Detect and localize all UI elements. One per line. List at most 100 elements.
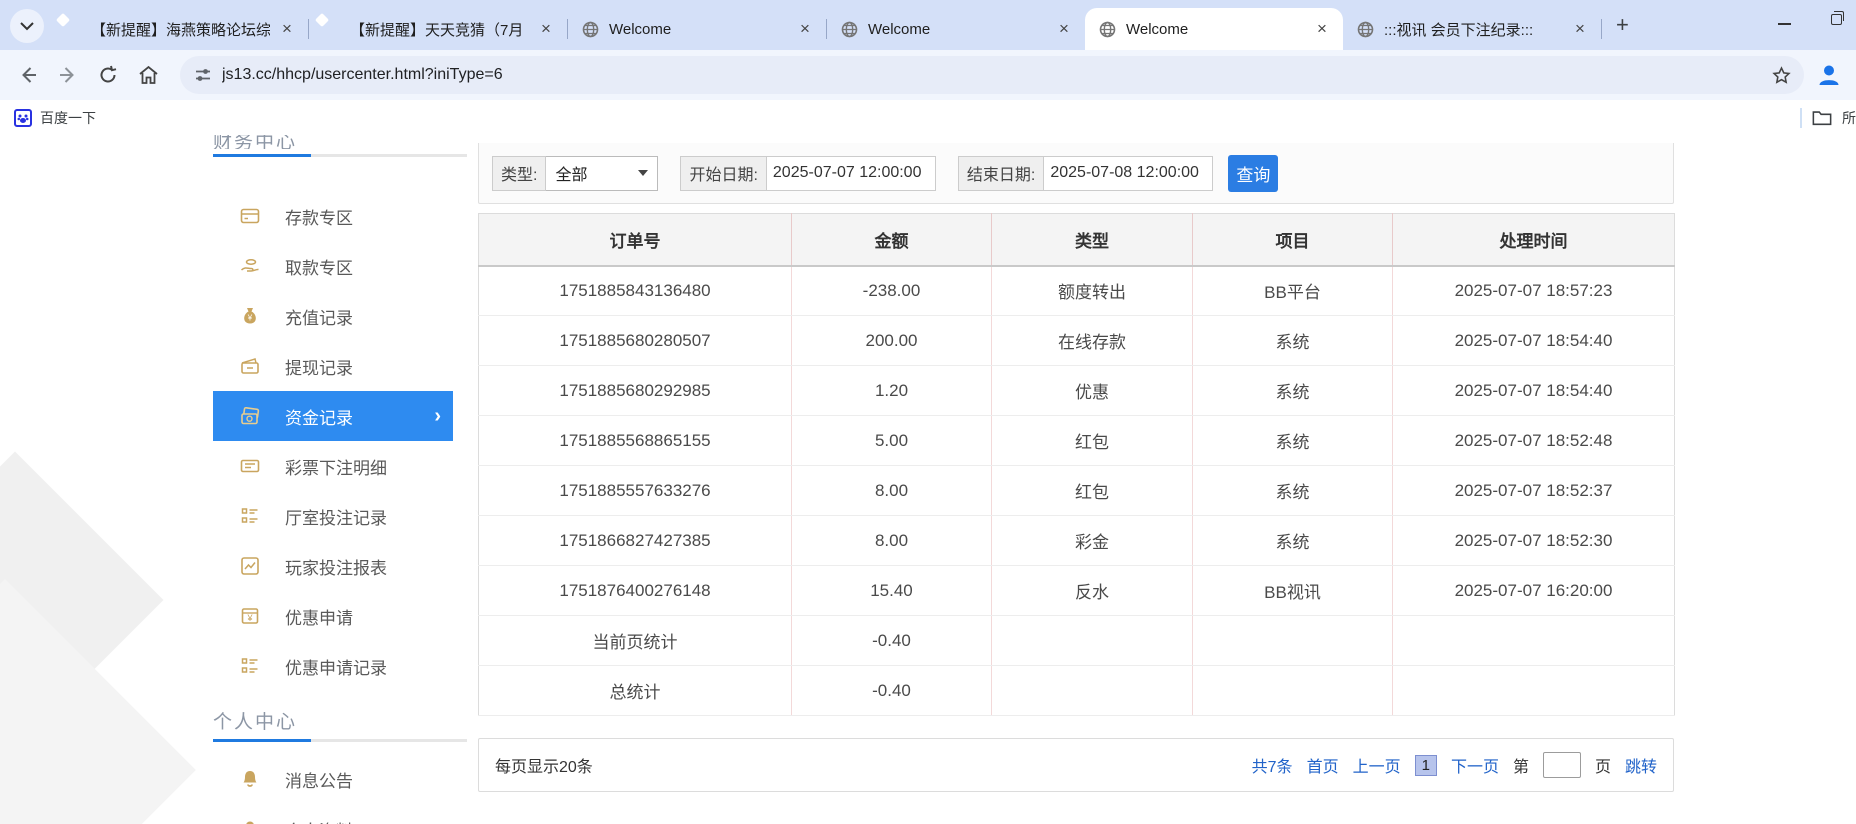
bookmark-baidu[interactable]: 百度一下	[14, 108, 96, 128]
close-icon[interactable]: ×	[276, 18, 298, 40]
type-select[interactable]: 全部	[546, 156, 658, 191]
prev-page-link[interactable]: 上一页	[1353, 753, 1401, 777]
restore-button[interactable]	[1831, 14, 1842, 25]
main-panel: 类型: 全部 开始日期: 结束日期: 查询 订单号 金额	[478, 143, 1674, 792]
filter-bar: 类型: 全部 开始日期: 结束日期: 查询	[478, 143, 1674, 204]
chevron-down-icon	[20, 22, 34, 31]
sidebar-item-player-report[interactable]: 玩家投注报表	[213, 541, 467, 591]
caret-down-icon	[638, 170, 648, 176]
type-select-value: 全部	[555, 161, 587, 185]
bookmarks-divider	[1800, 108, 1802, 128]
cell-type: 额度转出	[992, 266, 1193, 316]
close-icon[interactable]: ×	[535, 18, 557, 40]
cell-order-no: 1751885568865155	[479, 416, 792, 466]
deposit-card-icon	[239, 205, 261, 227]
user-avatar-icon	[1816, 62, 1842, 88]
sidebar-item-promo-apply-record[interactable]: 优惠申请记录	[213, 641, 467, 691]
close-icon[interactable]: ×	[1053, 18, 1075, 40]
next-page-link[interactable]: 下一页	[1451, 753, 1499, 777]
sidebar-item-messages[interactable]: 消息公告	[213, 754, 467, 804]
page-suffix-text: 页	[1595, 753, 1611, 777]
cell-time: 2025-07-07 18:54:40	[1393, 316, 1675, 366]
cell-time: 2025-07-07 16:20:00	[1393, 566, 1675, 616]
section-underline	[213, 154, 467, 157]
sidebar-item-lottery-bets[interactable]: 彩票下注明细	[213, 441, 467, 491]
globe-favicon-icon	[1357, 21, 1374, 38]
list-squares-icon	[239, 505, 261, 527]
all-bookmarks-label[interactable]: 所	[1842, 108, 1856, 128]
back-button[interactable]	[16, 63, 40, 87]
sidebar-item-withdraw[interactable]: 取款专区	[213, 241, 467, 291]
funds-record-table: 订单号 金额 类型 项目 处理时间 1751885843136480 -238.…	[478, 213, 1675, 716]
sidebar-item-promo-apply[interactable]: ¥ 优惠申请	[213, 591, 467, 641]
page-viewport: 财务中心 存款专区 取款专区 ¥ 充值记录 提现	[0, 135, 1856, 824]
sidebar-item-label: 玩家投注报表	[285, 554, 387, 579]
close-icon[interactable]: ×	[1569, 18, 1591, 40]
type-filter-label: 类型:	[492, 156, 546, 191]
summary-label: 当前页统计	[479, 616, 792, 666]
cell-project: 系统	[1193, 416, 1393, 466]
sidebar-item-label: 优惠申请	[285, 604, 353, 629]
tab-1[interactable]: 【新提醒】海燕策略论坛综 ×	[50, 8, 308, 50]
forward-button[interactable]	[56, 63, 80, 87]
tab-4[interactable]: Welcome ×	[827, 8, 1085, 50]
tab-3[interactable]: Welcome ×	[568, 8, 826, 50]
cell-amount: 8.00	[792, 516, 992, 566]
minimize-button[interactable]	[1778, 15, 1791, 25]
sidebar-item-deposit[interactable]: 存款专区	[213, 191, 467, 241]
cell-amount: 1.20	[792, 366, 992, 416]
site-info-icon[interactable]	[194, 66, 212, 84]
tab-2[interactable]: 【新提醒】天天竞猜（7月 ×	[309, 8, 567, 50]
cell-amount: 15.40	[792, 566, 992, 616]
sidebar-item-hall-bets[interactable]: 厅室投注记录	[213, 491, 467, 541]
sidebar-item-label: 资金记录	[285, 404, 353, 429]
query-button[interactable]: 查询	[1228, 155, 1278, 192]
end-date-input[interactable]	[1044, 156, 1213, 191]
start-date-input[interactable]	[767, 156, 936, 191]
cell-project: BB平台	[1193, 266, 1393, 316]
sidebar-item-label: 彩票下注明细	[285, 454, 387, 479]
cell-order-no: 1751876400276148	[479, 566, 792, 616]
close-icon[interactable]: ×	[794, 18, 816, 40]
globe-favicon-icon	[1099, 21, 1116, 38]
table-row: 1751885568865155 5.00 红包 系统 2025-07-07 1…	[479, 416, 1675, 466]
cell-amount: 5.00	[792, 416, 992, 466]
bookmark-star-icon[interactable]	[1771, 65, 1792, 86]
sidebar-item-label: 充值记录	[285, 304, 353, 329]
url-text[interactable]: js13.cc/hhcp/usercenter.html?iniType=6	[222, 66, 1771, 84]
home-icon	[138, 65, 159, 85]
tab-6[interactable]: :::视讯 会员下注纪录::: ×	[1343, 8, 1601, 50]
cell-type: 优惠	[992, 366, 1193, 416]
sidebar-item-label: 存款专区	[285, 204, 353, 229]
summary-label: 总统计	[479, 666, 792, 716]
jump-link[interactable]: 跳转	[1625, 753, 1657, 777]
profile-avatar[interactable]	[1814, 60, 1844, 90]
cell-amount: 200.00	[792, 316, 992, 366]
hand-coin-icon	[239, 255, 261, 277]
sidebar-item-profile[interactable]: 个人资料	[213, 804, 467, 824]
sidebar-item-funds-record-active[interactable]: 资金记录 ›	[213, 391, 453, 441]
page-number-input[interactable]	[1543, 752, 1581, 778]
wallet-send-icon	[239, 355, 261, 377]
current-page-badge: 1	[1415, 755, 1437, 776]
tab-search-button[interactable]	[10, 9, 44, 43]
sidebar-section-title-personal: 个人中心	[213, 707, 467, 734]
cell-time: 2025-07-07 18:52:30	[1393, 516, 1675, 566]
baidu-paw-icon	[14, 109, 32, 127]
reload-button[interactable]	[96, 63, 120, 87]
sidebar-item-withdrawal-record[interactable]: 提现记录	[213, 341, 467, 391]
home-button[interactable]	[136, 63, 160, 87]
sidebar-item-recharge-record[interactable]: ¥ 充值记录	[213, 291, 467, 341]
all-bookmarks-folder-icon[interactable]	[1812, 109, 1832, 126]
user-icon	[239, 818, 261, 824]
cell-amount: 8.00	[792, 466, 992, 516]
tab-strip: 【新提醒】海燕策略论坛综 × 【新提醒】天天竞猜（7月 × Welcome × …	[0, 0, 1856, 50]
new-tab-button[interactable]: +	[1616, 12, 1629, 38]
tab-5-active[interactable]: Welcome ×	[1085, 8, 1343, 50]
first-page-link[interactable]: 首页	[1307, 753, 1339, 777]
cell-type: 反水	[992, 566, 1193, 616]
tab-title: 【新提醒】天天竞猜（7月	[350, 19, 529, 40]
globe-favicon-icon	[582, 21, 599, 38]
close-icon[interactable]: ×	[1311, 18, 1333, 40]
address-bar[interactable]: js13.cc/hhcp/usercenter.html?iniType=6	[180, 56, 1804, 94]
